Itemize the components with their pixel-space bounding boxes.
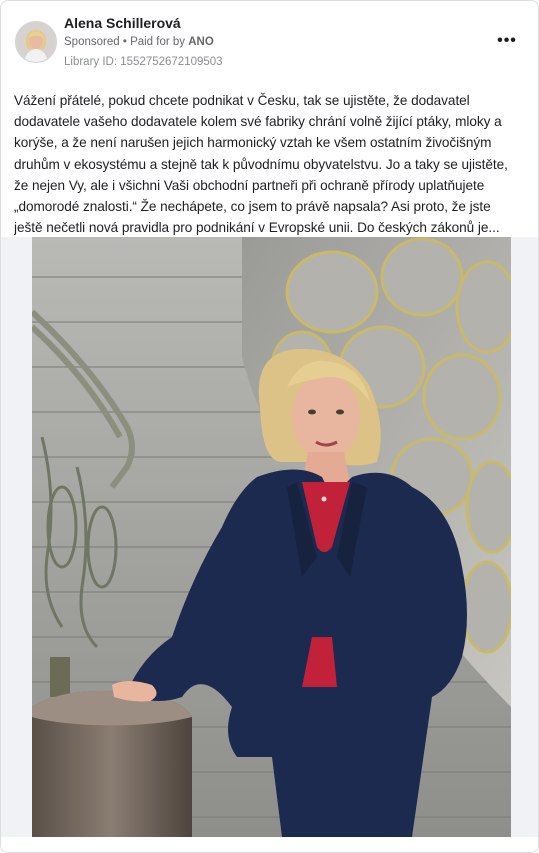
sponsored-meta: Sponsored • Paid for by ANO: [64, 36, 214, 48]
ad-body-text: Vážení přátelé, pokud chcete podnikat v …: [14, 90, 531, 238]
avatar[interactable]: [15, 21, 57, 63]
body-line: Vážení přátelé, pokud chcete podnikat v …: [14, 93, 470, 108]
body-line: ještě nečetli nová pravidla pro podnikán…: [14, 220, 500, 236]
meta-separator: •: [122, 36, 127, 48]
card-footer-spacer: [1, 837, 538, 852]
more-options-icon[interactable]: •••: [495, 29, 519, 53]
body-line: „domorodé znalosti.“ Že nechápete, co js…: [14, 199, 491, 215]
library-id: Library ID: 1552752672109503: [64, 56, 223, 68]
ad-photo[interactable]: [32, 237, 511, 837]
body-line: korýše, a že není narušen jejich harmoni…: [14, 135, 492, 151]
sponsored-label: Sponsored: [64, 36, 120, 48]
body-line: že nejen Vy, ale i všichni Vaši obchodní…: [14, 177, 485, 193]
body-line: druhům v ekosystému a stejně tak k původ…: [14, 156, 508, 172]
ad-card: Alena Schillerová Sponsored • Paid for b…: [0, 0, 539, 853]
paid-for-by-name[interactable]: ANO: [188, 36, 214, 48]
author-name[interactable]: Alena Schillerová: [64, 15, 181, 31]
ad-media[interactable]: [1, 237, 538, 837]
paid-for-prefix: Paid for by: [130, 36, 186, 48]
body-line: dodavatele vašeho dodavatele kolem své f…: [14, 114, 502, 130]
ad-photo-illustration: [32, 237, 511, 837]
avatar-portrait-image: [16, 22, 56, 62]
